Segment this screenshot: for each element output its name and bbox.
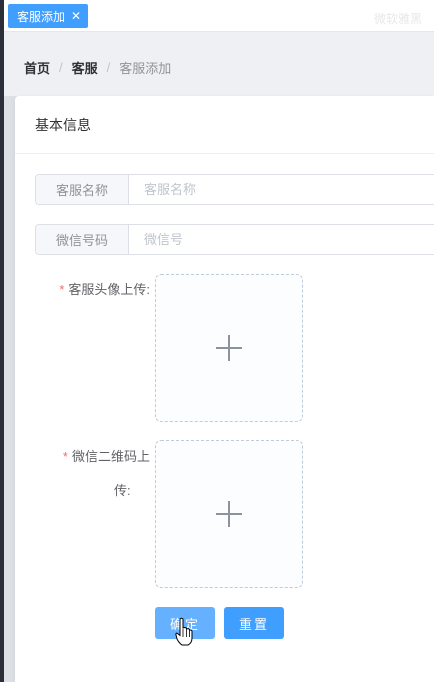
breadcrumb-home[interactable]: 首页 bbox=[24, 58, 50, 77]
wechat-input-group: 微信号码 bbox=[35, 224, 434, 255]
plus-icon bbox=[216, 335, 242, 361]
tab-label: 客服添加 bbox=[17, 9, 66, 24]
wechat-prepend: 微信号码 bbox=[36, 225, 129, 254]
qrcode-upload-label-line2: 传: bbox=[114, 483, 131, 498]
name-input[interactable] bbox=[129, 175, 434, 204]
breadcrumb-area: 首页 / 客服 / 客服添加 bbox=[4, 32, 434, 96]
qrcode-upload-box[interactable] bbox=[155, 440, 303, 588]
avatar-upload-box[interactable] bbox=[155, 274, 303, 422]
breadcrumb: 首页 / 客服 / 客服添加 bbox=[24, 58, 171, 77]
reset-button[interactable]: 重置 bbox=[224, 607, 284, 639]
name-input-group: 客服名称 bbox=[35, 174, 434, 205]
breadcrumb-section[interactable]: 客服 bbox=[72, 58, 98, 77]
form-panel: 基本信息 客服名称 微信号码 *客服头像上传: *微信二维码上 传: 确定 重置 bbox=[15, 96, 434, 682]
hand-cursor-icon bbox=[175, 617, 193, 646]
required-mark: * bbox=[62, 449, 68, 464]
tab-bar: 客服添加 ✕ 微软雅黑 bbox=[4, 0, 434, 32]
plus-icon bbox=[216, 501, 242, 527]
watermark: 微软雅黑 bbox=[373, 12, 422, 26]
breadcrumb-separator: / bbox=[106, 60, 111, 75]
required-mark: * bbox=[59, 282, 65, 297]
name-prepend: 客服名称 bbox=[36, 175, 129, 204]
tab-customer-add[interactable]: 客服添加 ✕ bbox=[8, 4, 89, 28]
breadcrumb-current: 客服添加 bbox=[119, 61, 172, 76]
avatar-upload-label-text: 客服头像上传: bbox=[68, 282, 150, 297]
close-icon[interactable]: ✕ bbox=[71, 10, 81, 22]
sidebar-edge bbox=[0, 0, 4, 682]
avatar-upload-label: * 客服头像上传: bbox=[34, 273, 150, 307]
wechat-input[interactable] bbox=[129, 225, 434, 254]
qrcode-upload-label: * 微信二维码上 传: bbox=[34, 440, 150, 508]
breadcrumb-separator: / bbox=[59, 60, 63, 75]
qrcode-upload-label-line1: 微信二维码上 bbox=[71, 449, 150, 464]
panel-title: 基本信息 bbox=[15, 96, 434, 154]
